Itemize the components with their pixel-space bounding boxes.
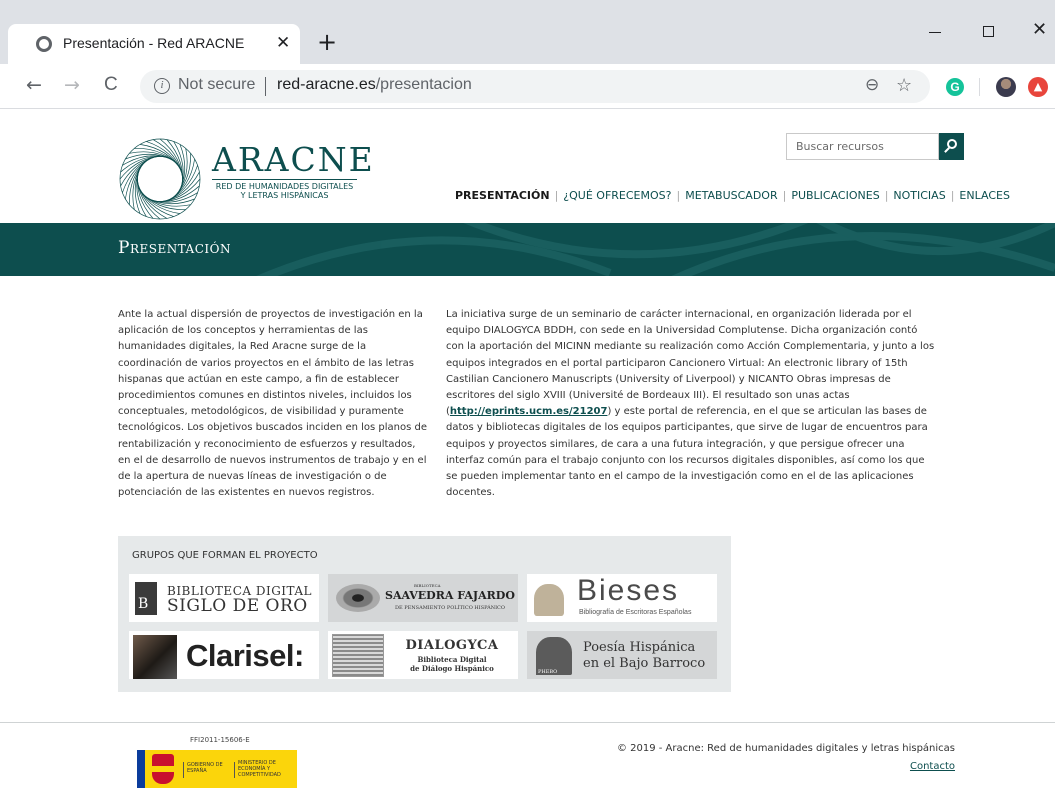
search-button[interactable] xyxy=(939,133,964,160)
eprints-link[interactable]: http://eprints.ucm.es/21207 xyxy=(450,406,608,417)
initiative-text-end: ) y este portal de referencia, en el que… xyxy=(446,406,928,499)
site-info-icon[interactable]: i xyxy=(154,78,170,94)
partner-label: Biblioteca Digital xyxy=(417,655,487,664)
tab-close-icon[interactable]: ✕ xyxy=(276,33,290,53)
initiative-paragraph: La iniciativa surge de un seminario de c… xyxy=(446,307,938,501)
window-maximize-button[interactable] xyxy=(983,26,994,37)
bidiso-mark-icon: B xyxy=(135,582,157,615)
partner-label: SAAVEDRA FAJARDO xyxy=(385,589,515,602)
tab-favicon-icon xyxy=(36,36,52,52)
project-groups-panel: GRUPOS QUE FORMAN EL PROYECTO B BIBLIOTE… xyxy=(118,536,731,692)
grant-code: FFI2011-15606-E xyxy=(190,736,250,744)
brand-divider xyxy=(212,179,357,180)
partner-bidiso-logo[interactable]: B BIBLIOTECA DIGITAL SIGLO DE ORO xyxy=(129,574,319,622)
brand-subtitle-line2: Y LETRAS HISPÁNICAS xyxy=(240,191,329,200)
government-label: GOBIERNO DE ESPAÑA xyxy=(187,762,223,774)
partner-dialogyca-logo[interactable]: DIALOGYCA Biblioteca Digital de Diálogo … xyxy=(328,631,518,679)
ministry-label: MINISTERIO DE ECONOMÍA Y COMPETITIVIDAD xyxy=(238,760,281,778)
nav-separator: | xyxy=(782,189,787,202)
partner-label: en el Bajo Barroco xyxy=(583,656,706,671)
partner-label: DE PENSAMIENTO POLÍTICO HISPÁNICO xyxy=(395,605,505,611)
eye-engraving-icon xyxy=(336,584,380,612)
back-button[interactable]: ← xyxy=(26,74,42,96)
contact-link[interactable]: Contacto xyxy=(855,761,955,772)
aracne-logo-icon[interactable] xyxy=(118,137,202,221)
grammarly-extension-icon[interactable]: G xyxy=(946,78,964,96)
spain-coat-of-arms-icon xyxy=(152,754,174,784)
brand-subtitle-line1: RED DE HUMANIDADES DIGITALES xyxy=(215,182,354,191)
partner-label: DIALOGYCA xyxy=(405,638,499,653)
partner-bieses-logo[interactable]: Bieses Bibliografía de Escritoras Españo… xyxy=(527,574,717,622)
partner-clarisel-logo[interactable]: Clarisel: xyxy=(129,631,319,679)
partner-phebo-logo[interactable]: PHEBO Poesía Hispánica en el Bajo Barroc… xyxy=(527,631,717,679)
bookmark-star-icon[interactable]: ☆ xyxy=(896,75,912,96)
security-label: Not secure xyxy=(178,76,256,93)
partner-label: Bieses xyxy=(577,574,680,607)
url-path: /presentacion xyxy=(375,76,472,93)
browser-tab[interactable]: Presentación - Red ARACNE ✕ xyxy=(8,24,300,64)
knight-engraving-icon xyxy=(133,635,177,679)
web-page: ARACNE RED DE HUMANIDADES DIGITALES Y LE… xyxy=(0,110,1055,803)
page-banner: Presentación xyxy=(0,223,1055,276)
initiative-text-start: La iniciativa surge de un seminario de c… xyxy=(446,309,935,418)
banner-web-pattern xyxy=(256,223,1055,276)
window-minimize-button[interactable] xyxy=(929,32,941,33)
search-input[interactable]: Buscar recursos xyxy=(786,133,939,160)
partner-label: PHEBO xyxy=(536,669,560,675)
window-close-button[interactable]: ✕ xyxy=(1032,19,1047,40)
tab-title: Presentación - Red ARACNE xyxy=(63,35,245,51)
main-navigation: PRESENTACIÓN | ¿QUÉ OFRECEMOS? | METABUSCADO… xyxy=(455,189,1010,202)
eu-flag-icon xyxy=(137,750,145,788)
footer-divider xyxy=(0,722,1055,723)
reload-button[interactable]: C xyxy=(104,74,118,96)
nav-item-enlaces[interactable]: ENLACES xyxy=(959,189,1010,202)
nav-separator: | xyxy=(950,189,955,202)
nav-item-que-ofrecemos[interactable]: ¿QUÉ OFRECEMOS? xyxy=(563,189,671,202)
new-tab-button[interactable]: + xyxy=(317,30,337,54)
brand-name[interactable]: ARACNE xyxy=(212,140,375,179)
browser-tab-strip: Presentación - Red ARACNE ✕ + ✕ xyxy=(0,0,1055,64)
partner-label: Clarisel: xyxy=(186,638,304,673)
address-bar[interactable]: i Not secure red-aracne.es/presentacion … xyxy=(140,70,930,103)
intro-paragraph: Ante la actual dispersión de proyectos d… xyxy=(118,309,427,499)
partner-label: de Diálogo Hispánico xyxy=(410,664,494,673)
update-icon[interactable]: ▲ xyxy=(1028,77,1048,97)
partner-label: Poesía Hispánica xyxy=(583,640,696,655)
toolbar-divider xyxy=(979,78,980,96)
zoom-icon[interactable]: ⊖ xyxy=(865,75,879,95)
writer-figure-icon xyxy=(534,584,564,616)
partner-label: Bibliografía de Escritoras Españolas xyxy=(579,609,692,616)
logo-divider xyxy=(234,762,235,778)
manuscript-thumbnail-icon xyxy=(332,634,384,677)
url-domain: red-aracne.es xyxy=(277,76,376,93)
search-icon-handle xyxy=(944,147,950,153)
groups-title: GRUPOS QUE FORMAN EL PROYECTO xyxy=(132,550,318,561)
partner-label: BIBLIOTECA xyxy=(414,583,441,588)
nav-item-publicaciones[interactable]: PUBLICACIONES xyxy=(791,189,879,202)
page-title: Presentación xyxy=(118,238,231,258)
logo-divider xyxy=(183,762,184,778)
nav-item-noticias[interactable]: NOTICIAS xyxy=(893,189,945,202)
partner-saavedra-fajardo-logo[interactable]: BIBLIOTECA SAAVEDRA FAJARDO DE PENSAMIEN… xyxy=(328,574,518,622)
nav-item-metabuscador[interactable]: METABUSCADOR xyxy=(685,189,777,202)
nav-separator: | xyxy=(554,189,559,202)
copyright-text: © 2019 - Aracne: Red de humanidades digi… xyxy=(616,743,955,754)
forward-button[interactable]: → xyxy=(64,74,80,96)
nav-separator: | xyxy=(676,189,681,202)
nav-separator: | xyxy=(884,189,889,202)
browser-toolbar: ← → C i Not secure red-aracne.es/present… xyxy=(0,64,1055,109)
profile-avatar[interactable] xyxy=(996,77,1016,97)
nav-item-presentacion[interactable]: PRESENTACIÓN xyxy=(455,189,550,202)
url-text[interactable]: red-aracne.es/presentacion xyxy=(277,76,472,94)
partner-label: SIGLO DE ORO xyxy=(167,596,308,616)
url-divider xyxy=(265,77,266,96)
ministry-logo: GOBIERNO DE ESPAÑA MINISTERIO DE ECONOMÍ… xyxy=(137,750,297,788)
